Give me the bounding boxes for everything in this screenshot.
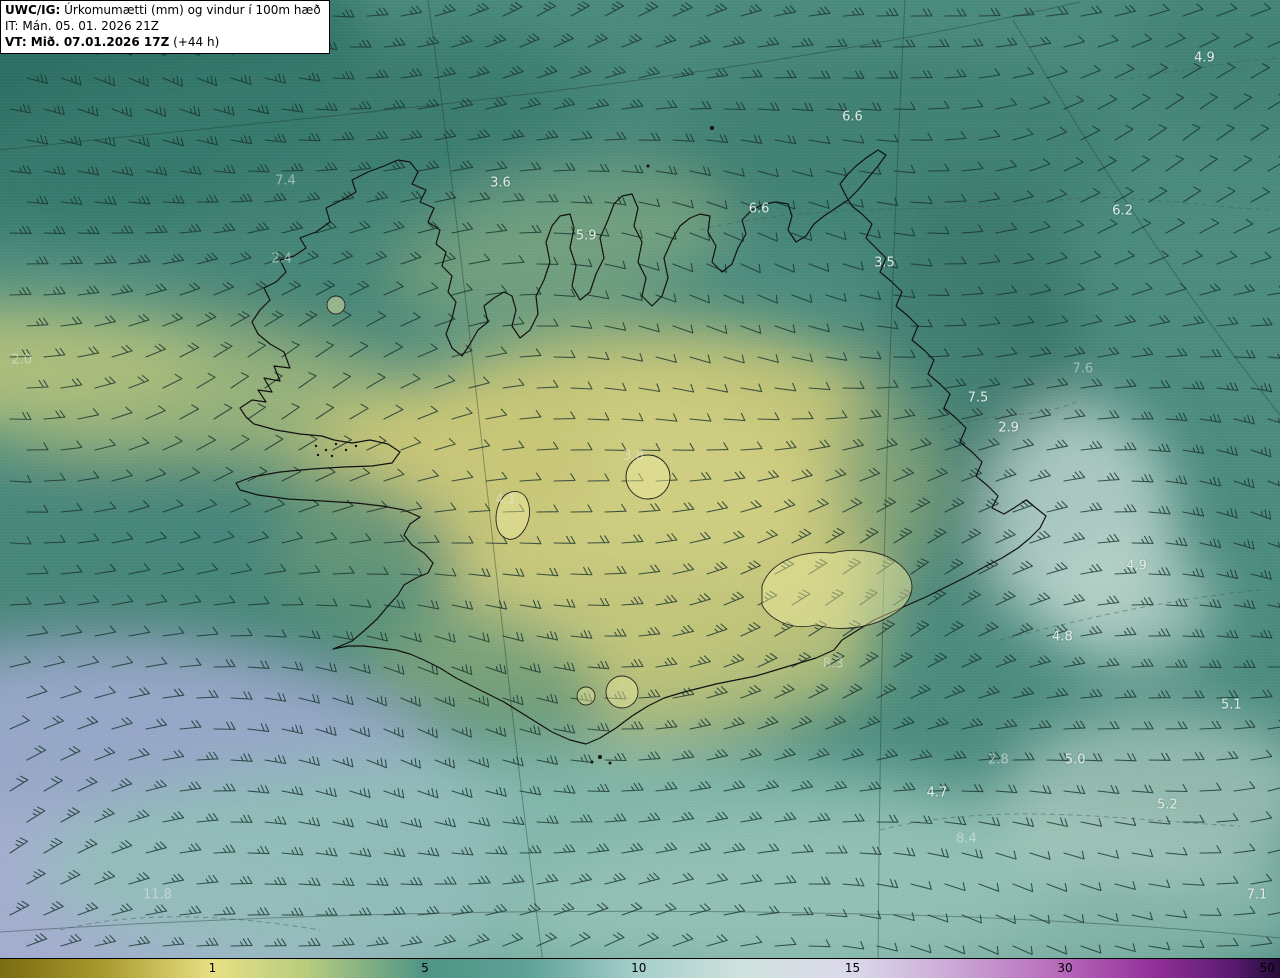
- colorbar-tick-label: 50: [1259, 961, 1275, 975]
- precipitation-wind-map: [0, 0, 1280, 958]
- colorbar-tick-label: 10: [631, 961, 647, 975]
- colorbar: 1 5 10 15 30 50: [0, 958, 1280, 978]
- title-line-valid: VT: Mið. 07.01.2026 17Z (+44 h): [5, 35, 321, 51]
- colorbar-tick-label: 5: [421, 961, 429, 975]
- valid-time: VT: Mið. 07.01.2026 17Z: [5, 34, 170, 49]
- map-title-box: UWC/IG: Úrkomumætti (mm) og vindur í 100…: [0, 0, 330, 55]
- title-line-product: UWC/IG: Úrkomumætti (mm) og vindur í 100…: [5, 3, 321, 19]
- product-title: Úrkomumætti (mm) og vindur í 100m hæð: [64, 3, 321, 17]
- weather-map-viewer: 4.9 6.6 7.4 3.6 6.6 6.2 5.9 2.4 3.5 2.0 7.6 7.5 2.9 3…: [0, 0, 1280, 978]
- valid-time-offset: (+44 h): [173, 34, 220, 49]
- colorbar-tick-label: 1: [208, 961, 217, 975]
- product-label: UWC/IG:: [5, 3, 61, 17]
- init-time: IT: Mán. 05. 01. 2026 21Z: [5, 18, 159, 33]
- colorbar-tick-label: 15: [844, 961, 861, 975]
- colorbar-tick-label: 30: [1057, 961, 1073, 975]
